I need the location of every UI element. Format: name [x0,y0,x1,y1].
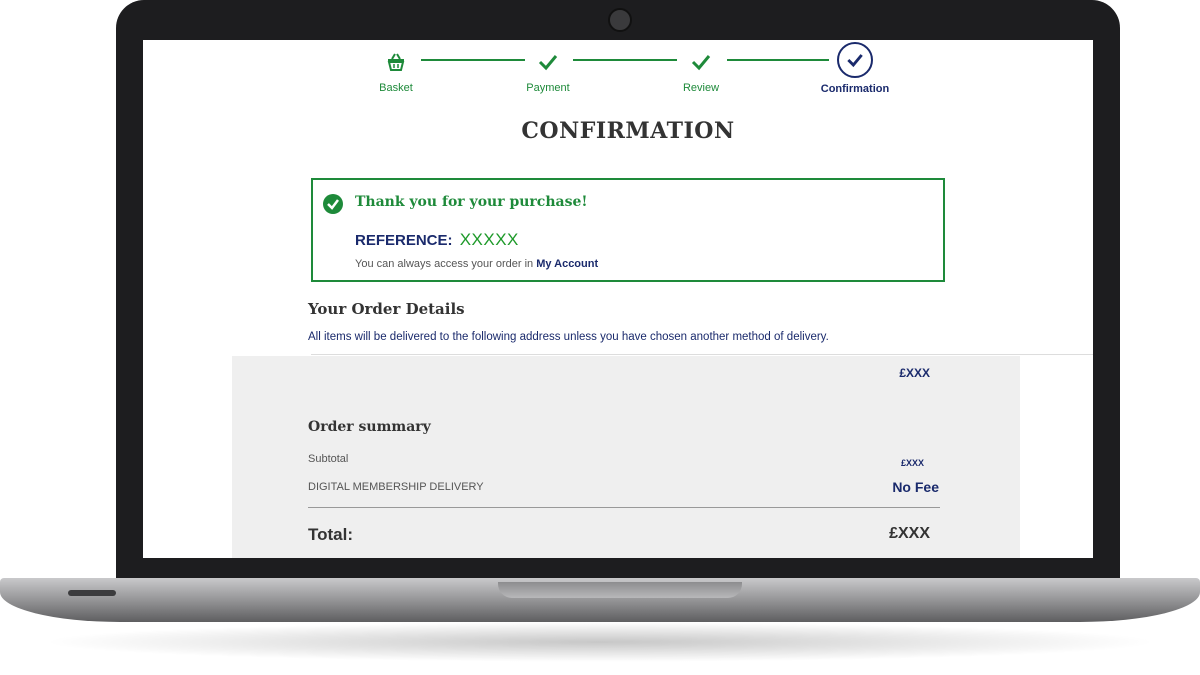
divider [308,507,940,508]
check-icon [689,50,713,74]
order-summary-panel: £XXX Order summary Subtotal £XXX DIGITAL… [232,356,1020,558]
delivery-label: DIGITAL MEMBERSHIP DELIVERY [308,481,484,493]
item-price: £XXX [899,366,930,380]
access-text: You can always access your order in [355,258,534,270]
total-label: Total: [308,525,354,544]
delivery-note: All items will be delivered to the follo… [308,331,829,343]
step-confirmation: Confirmation [805,42,905,95]
my-account-link[interactable]: My Account [536,258,598,270]
step-label: Review [682,82,720,94]
step-review[interactable]: Review [651,50,751,94]
delivery-value: No Fee [892,479,939,495]
success-check-icon [323,194,343,214]
order-summary-heading: Order summary [308,419,431,435]
reference: REFERENCE: XXXXX [355,230,519,250]
laptop-shadow [40,622,1160,662]
check-circle-icon [837,42,873,78]
screen: Basket Payment Review Confirmation CONFI… [143,40,1093,558]
camera-icon [608,8,632,32]
access-note: You can always access your order in My A… [355,258,598,270]
page-title: CONFIRMATION [521,118,735,144]
reference-label: REFERENCE: [355,232,453,249]
step-label: Payment [526,82,570,94]
subtotal-label: Subtotal [308,453,349,465]
step-label: Confirmation [820,83,890,95]
step-label: Basket [379,82,413,94]
divider [311,354,1093,355]
subtotal-value: £XXX [900,458,924,468]
basket-icon [384,50,408,74]
laptop-port [68,590,116,596]
confirmation-box: Thank you for your purchase! REFERENCE: … [311,178,945,282]
step-payment[interactable]: Payment [498,50,598,94]
check-icon [536,50,560,74]
thanks-message: Thank you for your purchase! [355,194,588,210]
order-details-heading: Your Order Details [308,300,465,318]
total-value: £XXX [889,525,930,542]
laptop-notch [498,582,742,598]
reference-value: XXXXX [459,230,519,249]
step-basket[interactable]: Basket [346,50,446,94]
